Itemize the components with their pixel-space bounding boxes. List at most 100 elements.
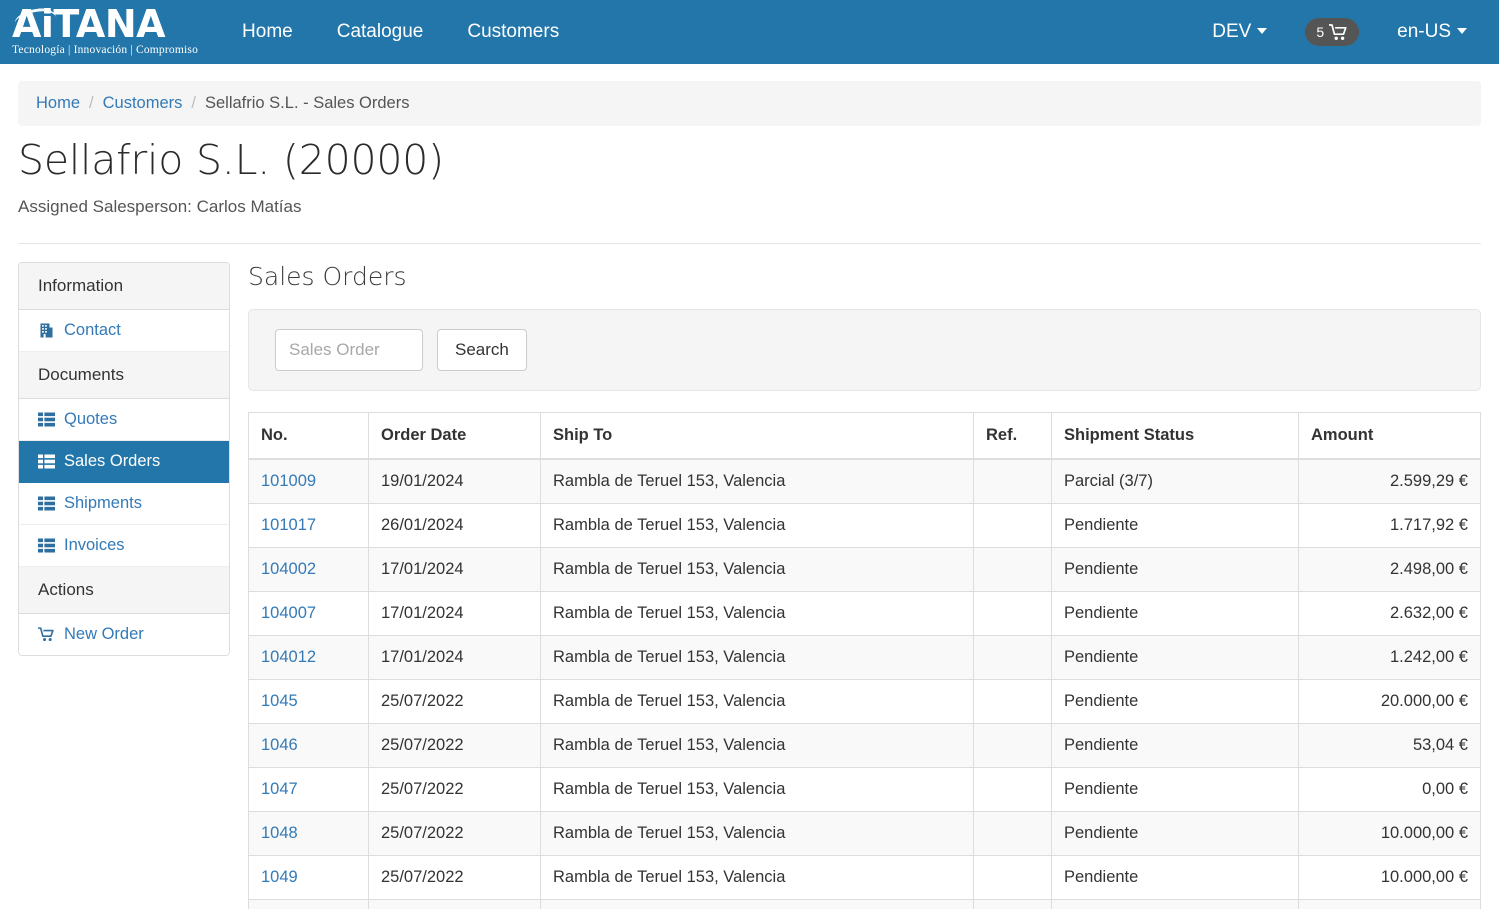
cart-button[interactable]: 5 [1305,18,1360,46]
cell-shipment-status: Pendiente [1051,899,1299,909]
cell-shipment-status: Parcial (3/7) [1051,458,1299,504]
cell-ref [973,855,1052,900]
order-link[interactable]: 104012 [261,648,316,666]
table-row[interactable]: 101009 19/01/2024 Rambla de Teruel 153, … [248,458,1481,504]
table-header-row: No. Order Date Ship To Ref. Shipment Sta… [248,412,1481,460]
order-link[interactable]: 101017 [261,516,316,534]
cell-ship-to: Rambla de Teruel 153, Valencia [540,591,974,636]
table-row[interactable]: 1045 25/07/2022 Rambla de Teruel 153, Va… [248,679,1481,724]
cell-order-date: 25/07/2022 [368,679,541,724]
order-link[interactable]: 1049 [261,868,298,886]
nav-link-catalogue[interactable]: Catalogue [315,0,446,64]
table-row[interactable]: 104012 17/01/2024 Rambla de Teruel 153, … [248,635,1481,680]
cell-ship-to: Rambla de Teruel 153, Valencia [540,458,974,504]
main-title: Sales Orders [248,262,407,291]
table-row[interactable]: 1048 25/07/2022 Rambla de Teruel 153, Va… [248,811,1481,856]
column-header-ref[interactable]: Ref. [973,412,1052,460]
cell-order-date: 25/07/2022 [368,723,541,768]
cell-ref [973,767,1052,812]
table-row[interactable]: 104007 17/01/2024 Rambla de Teruel 153, … [248,591,1481,636]
assigned-salesperson: Assigned Salesperson: Carlos Matías [18,196,302,216]
column-header-amount[interactable]: Amount [1298,412,1481,460]
cell-no: 1049 [248,855,369,900]
cell-amount: 769,50 € [1298,899,1481,909]
breadcrumb-item-home[interactable]: Home [36,94,80,113]
cell-no: 1046 [248,723,369,768]
table-row[interactable]: 101017 26/01/2024 Rambla de Teruel 153, … [248,503,1481,548]
page-header: Sellafrio S.L. (20000) Assigned Salesper… [0,126,1499,218]
cell-shipment-status: Pendiente [1051,723,1299,768]
cell-no: 101017 [248,503,369,548]
sidebar-item-invoices[interactable]: Invoices [19,525,229,567]
cell-ship-to: Rambla de Teruel 153, Valencia [540,855,974,900]
search-panel: Search [248,309,1481,391]
table-row[interactable]: 1046 25/07/2022 Rambla de Teruel 153, Va… [248,723,1481,768]
sidebar-item-shipments[interactable]: Shipments [19,483,229,525]
cell-ref [973,458,1052,504]
cell-amount: 1.242,00 € [1298,635,1481,680]
table-row[interactable]: 1049 25/07/2022 Rambla de Teruel 153, Va… [248,855,1481,900]
table-row[interactable]: 104002 17/01/2024 Rambla de Teruel 153, … [248,547,1481,592]
shopping-cart-icon [1329,23,1347,40]
order-link[interactable]: 1048 [261,824,298,842]
order-link[interactable]: 1046 [261,736,298,754]
cell-ref [973,591,1052,636]
column-header-ship-to[interactable]: Ship To [540,412,974,460]
environment-dropdown[interactable]: DEV [1198,0,1281,64]
cell-order-date: 26/01/2024 [368,503,541,548]
list-icon [38,454,55,469]
search-input[interactable] [275,329,423,371]
cell-amount: 2.498,00 € [1298,547,1481,592]
language-dropdown[interactable]: en-US [1383,0,1481,64]
order-link[interactable]: 1045 [261,692,298,710]
cell-no: 104002 [248,547,369,592]
sidebar-section-information: Information [19,263,229,310]
shopping-cart-icon [38,627,54,642]
cell-shipment-status: Pendiente [1051,855,1299,900]
table-row[interactable]: 1047 25/07/2022 Rambla de Teruel 153, Va… [248,767,1481,812]
cell-shipment-status: Pendiente [1051,503,1299,548]
order-link[interactable]: 101009 [261,472,316,490]
column-header-no[interactable]: No. [248,412,369,460]
nav-link-customers[interactable]: Customers [445,0,581,64]
list-icon [38,538,55,553]
cell-order-date: 25/07/2022 [368,767,541,812]
sidebar-section-actions: Actions [19,567,229,614]
content-area: Information Contact Documents Quotes Sal… [0,244,1499,909]
building-icon [40,323,53,338]
cell-amount: 2.632,00 € [1298,591,1481,636]
column-header-shipment-status[interactable]: Shipment Status [1051,412,1299,460]
cell-shipment-status: Pendiente [1051,635,1299,680]
sidebar-item-quotes[interactable]: Quotes [19,399,229,441]
sidebar-item-new-order[interactable]: New Order [19,614,229,655]
sidebar-item-label: New Order [64,625,144,643]
order-link[interactable]: 104002 [261,560,316,578]
page-title: Sellafrio S.L. (20000) [18,136,444,184]
cell-shipment-status: Pendiente [1051,679,1299,724]
brand-logo[interactable]: AiTANA Tecnología | Innovación | Comprom… [12,5,198,59]
sales-orders-table: No. Order Date Ship To Ref. Shipment Sta… [248,412,1481,909]
nav-link-home[interactable]: Home [220,0,315,64]
cell-amount: 1.717,92 € [1298,503,1481,548]
cell-no: 1048 [248,811,369,856]
order-link[interactable]: 1047 [261,780,298,798]
table-row[interactable]: 1106 14/09/2022 Rambla de Teruel 153, Va… [248,899,1481,909]
cell-ref [973,899,1052,909]
cell-no: 104007 [248,591,369,636]
list-icon [38,412,55,427]
order-link[interactable]: 104007 [261,604,316,622]
cell-amount: 10.000,00 € [1298,855,1481,900]
cell-ref [973,723,1052,768]
sidebar-item-contact[interactable]: Contact [19,310,229,352]
cell-shipment-status: Pendiente [1051,547,1299,592]
top-navbar: AiTANA Tecnología | Innovación | Comprom… [0,0,1499,64]
cell-amount: 10.000,00 € [1298,811,1481,856]
sidebar-item-sales-orders[interactable]: Sales Orders [19,441,229,483]
search-button[interactable]: Search [437,329,527,371]
column-header-order-date[interactable]: Order Date [368,412,541,460]
cell-ship-to: Rambla de Teruel 153, Valencia [540,635,974,680]
cell-order-date: 25/07/2022 [368,811,541,856]
breadcrumb-item-customers[interactable]: Customers [103,94,183,113]
cell-order-date: 17/01/2024 [368,547,541,592]
brand-name: AiTANA [12,2,166,47]
